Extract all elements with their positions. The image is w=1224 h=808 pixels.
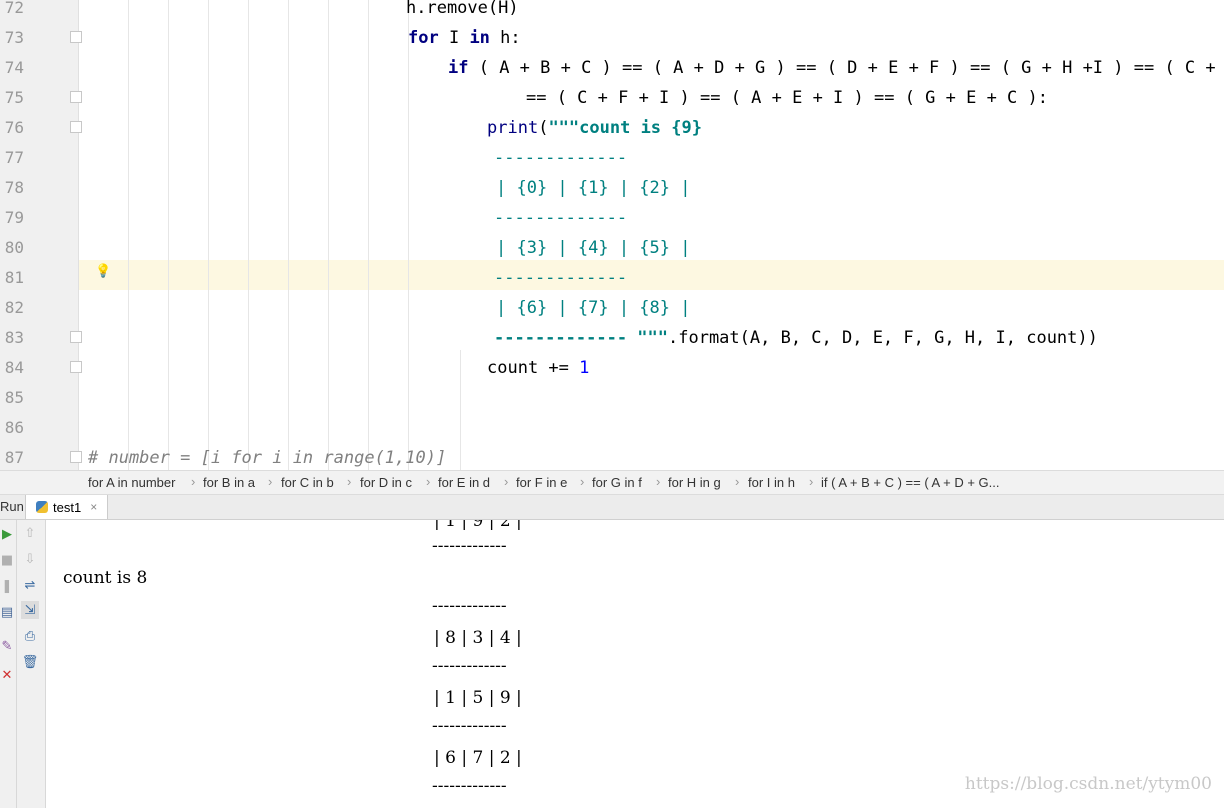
chevron-right-icon: › xyxy=(268,474,273,489)
breadcrumb: for A in number › for B in a › for C in … xyxy=(0,470,1224,495)
indent-guide xyxy=(460,350,461,470)
indent-guide xyxy=(328,0,329,470)
code-line-74: if ( A + B + C ) == ( A + D + G ) == ( D… xyxy=(448,58,1224,78)
breadcrumb-item[interactable]: for C in b xyxy=(281,475,334,490)
stop-icon[interactable]: ■ xyxy=(0,551,16,569)
indent-guide xyxy=(288,0,289,470)
console-line: ------------- xyxy=(432,716,507,736)
code-line-81: ------------- xyxy=(494,268,628,288)
chevron-right-icon: › xyxy=(347,474,352,489)
chevron-right-icon: › xyxy=(580,474,585,489)
soft-wrap-icon[interactable]: ⇌ xyxy=(21,576,39,594)
run-tab-label: test1 xyxy=(53,499,82,515)
breadcrumb-item[interactable]: for E in d xyxy=(438,475,490,490)
console-output[interactable]: | 1 | 9 | 2 | ------------- count is 8 -… xyxy=(46,520,1224,808)
indent-guide xyxy=(248,0,249,470)
arrow-up-icon[interactable]: ⇧ xyxy=(21,524,39,542)
line-number: 73 xyxy=(4,28,24,47)
chevron-right-icon: › xyxy=(735,474,740,489)
console-line: ------------- xyxy=(432,596,507,616)
layout-icon[interactable]: ▤ xyxy=(0,603,16,621)
code-line-77: ------------- xyxy=(494,148,628,168)
line-number: 86 xyxy=(4,418,24,437)
chevron-right-icon: › xyxy=(191,474,196,489)
line-number: 76 xyxy=(4,118,24,137)
print-icon[interactable]: ⎙ xyxy=(21,627,39,645)
line-number: 78 xyxy=(4,178,24,197)
line-number: 79 xyxy=(4,208,24,227)
code-line-80: | {3} | {4} | {5} | xyxy=(496,238,691,258)
code-line-72: h.remove(H) xyxy=(406,0,519,18)
line-number: 77 xyxy=(4,148,24,167)
code-line-84: count += 1 xyxy=(487,358,590,378)
line-number: 83 xyxy=(4,328,24,347)
breadcrumb-item[interactable]: for G in f xyxy=(592,475,642,490)
indent-guide xyxy=(208,0,209,470)
line-number: 74 xyxy=(4,58,24,77)
code-line-87: # number = [i for i in range(1,10)] xyxy=(88,448,447,468)
console-line: | 6 | 7 | 2 | xyxy=(434,748,522,768)
code-editor[interactable]: 72 73 74 75 76 77 78 79 80 81 82 83 84 8… xyxy=(0,0,1224,470)
breadcrumb-item[interactable]: for F in e xyxy=(516,475,567,490)
breadcrumb-item[interactable]: for A in number xyxy=(88,475,175,490)
line-number: 72 xyxy=(4,0,24,17)
breadcrumb-item[interactable]: for B in a xyxy=(203,475,255,490)
indent-guide xyxy=(168,0,169,470)
chevron-right-icon: › xyxy=(504,474,509,489)
chevron-right-icon: › xyxy=(426,474,431,489)
indent-guide xyxy=(368,0,369,470)
arrow-down-icon[interactable]: ⇩ xyxy=(21,550,39,568)
code-line-82: | {6} | {7} | {8} | xyxy=(496,298,691,318)
fold-marker-icon[interactable] xyxy=(70,451,82,463)
console-line: count is 8 xyxy=(63,568,148,588)
run-tool-window-header: Run: test1 × xyxy=(0,495,1224,520)
close-icon[interactable]: × xyxy=(90,500,97,514)
indent-guide xyxy=(408,0,409,470)
console-line: | 1 | 5 | 9 | xyxy=(434,688,522,708)
line-number: 82 xyxy=(4,298,24,317)
code-line-73: for I in h: xyxy=(408,28,521,48)
line-number: 80 xyxy=(4,238,24,257)
fold-marker-icon[interactable] xyxy=(70,331,82,343)
fold-marker-icon[interactable] xyxy=(70,361,82,373)
run-toolbar-secondary: ⇧ ⇩ ⇌ ⇲ ⎙ 🗑 xyxy=(17,520,46,808)
line-number: 85 xyxy=(4,388,24,407)
close-icon[interactable]: ✕ xyxy=(0,666,16,684)
line-number: 75 xyxy=(4,88,24,107)
run-tab-test1[interactable]: test1 × xyxy=(25,495,109,519)
lightbulb-icon[interactable]: 💡 xyxy=(95,264,111,279)
line-number-gutter[interactable]: 72 73 74 75 76 77 78 79 80 81 82 83 84 8… xyxy=(0,0,79,470)
code-line-83: ------------- """.format(A, B, C, D, E, … xyxy=(494,328,1098,348)
breadcrumb-item[interactable]: if ( A + B + C ) == ( A + D + G... xyxy=(821,475,999,490)
scroll-to-end-icon[interactable]: ⇲ xyxy=(21,601,39,619)
chevron-right-icon: › xyxy=(809,474,814,489)
pause-icon[interactable]: ❚ xyxy=(0,577,16,595)
line-number: 84 xyxy=(4,358,24,377)
breadcrumb-item[interactable]: for I in h xyxy=(748,475,795,490)
fold-marker-icon[interactable] xyxy=(70,91,82,103)
run-toolbar-primary: ▶ ■ ❚ ▤ ✎ ✕ xyxy=(0,520,17,808)
indent-guide xyxy=(128,0,129,470)
code-line-75: == ( C + F + I ) == ( A + E + I ) == ( G… xyxy=(526,88,1048,108)
python-icon xyxy=(36,501,48,513)
console-line: ------------- xyxy=(432,536,507,556)
fold-marker-icon[interactable] xyxy=(70,31,82,43)
console-line: ------------- xyxy=(432,656,507,676)
breadcrumb-item[interactable]: for H in g xyxy=(668,475,721,490)
watermark: https://blog.csdn.net/ytym00 xyxy=(964,774,1212,794)
line-number: 81 xyxy=(4,268,24,287)
console-line: | 8 | 3 | 4 | xyxy=(434,628,522,648)
breadcrumb-item[interactable]: for D in c xyxy=(360,475,412,490)
fold-marker-icon[interactable] xyxy=(70,121,82,133)
rerun-icon[interactable]: ▶ xyxy=(0,525,16,543)
code-line-76: print("""count is {9} xyxy=(487,118,702,138)
chevron-right-icon: › xyxy=(656,474,661,489)
code-line-79: ------------- xyxy=(494,208,628,228)
settings-icon[interactable]: ✎ xyxy=(0,637,16,655)
trash-icon[interactable]: 🗑 xyxy=(21,653,39,671)
console-line: ------------- xyxy=(432,776,507,796)
run-label: Run: xyxy=(0,499,28,514)
line-number: 87 xyxy=(4,448,24,467)
code-line-78: | {0} | {1} | {2} | xyxy=(496,178,691,198)
